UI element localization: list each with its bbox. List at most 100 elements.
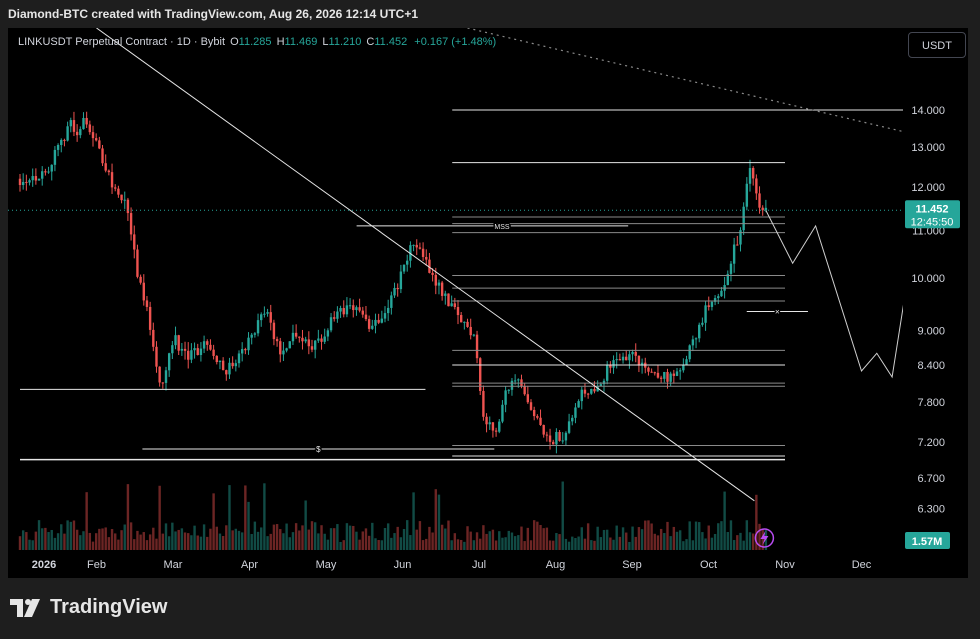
candle-body [310,346,314,350]
volume-bar [612,539,615,550]
price-tick-label: 10.000 [911,273,945,285]
candle-body [114,187,117,189]
price-tick-label: 7.200 [917,437,945,449]
chart-panel[interactable]: MSS $ × 14.000 13.000 12.000 11.000 10.000 9.000… [8,28,968,578]
volume-bar [88,532,92,550]
volume-bar [60,524,63,550]
volume-bar [69,521,72,550]
volume-bar [142,532,145,550]
candle-body [326,330,330,337]
volume-bar [466,526,469,550]
price-tick-label: 14.000 [911,105,945,117]
horizontal-levels [20,109,935,461]
candle-body [377,319,380,323]
candle-body [637,355,641,366]
candle-body [736,244,739,246]
volume-bar [202,524,206,550]
candle-body [631,351,634,355]
candle-body [136,249,139,277]
candle-body [237,353,241,364]
candle-body [79,129,82,136]
volume-bar [571,536,574,550]
volume-bar [374,538,377,550]
volume-bar [393,533,396,550]
volume-bar [21,530,25,550]
volume-bar [348,525,352,550]
candle-body [583,389,587,394]
candle-body [123,199,126,201]
candle-body [558,431,561,441]
volume-bar [593,540,596,550]
volume-bar [85,492,88,550]
candle-body [133,234,136,250]
volume-bar [450,540,453,550]
candle-body [104,163,107,171]
candle-body [507,389,510,391]
volume-bar [437,494,441,550]
volume-bar [139,534,142,550]
time-tick-label: Apr [241,559,258,571]
candle-body [37,178,41,181]
volume-bar [656,535,660,550]
volume-bar [117,539,120,550]
candle-body [463,321,466,323]
volume-bar [98,528,101,550]
symbol-name[interactable]: LINKUSDT Perpetual Contract · 1D · Bybit [18,36,225,48]
volume-bar [294,523,298,550]
high-value: 11.469 [284,36,318,48]
candle-body [126,199,130,214]
cross-label: × [775,308,780,317]
volume-bar [37,520,41,550]
volume-bar [396,526,399,550]
brand-name: TradingView [50,596,168,618]
candle-body [190,350,193,360]
candle-body [294,332,298,337]
open-label: O [230,36,239,48]
volume-bar [650,523,653,550]
candlestick-chart[interactable]: MSS$×14.00013.00012.00011.00010.0009.000… [8,28,968,578]
volume-bar [545,527,549,550]
candle-body [253,333,257,335]
volume-bar [555,533,558,550]
volume-bar [513,536,517,550]
volume-bar [406,520,409,550]
volume-bar [279,529,282,550]
volume-bar [529,540,533,550]
volume-bar [377,540,380,550]
candle-body [421,248,425,257]
countdown-label: 12:45:50 [911,216,954,228]
volume-bar [536,521,539,550]
currency-button[interactable]: USDT [908,32,966,58]
candle-body [663,371,666,379]
candle-body [117,188,120,195]
volume-bar [129,522,133,550]
volume-bar [218,533,222,550]
change-value: +0.167 (+1.48%) [414,36,497,48]
volume-bar [710,537,714,550]
candle-body [218,360,222,363]
candle-body [659,377,663,379]
candle-body [199,348,203,356]
candle-body [272,322,276,340]
candle-body [110,172,114,188]
candle-body [666,371,669,382]
candle-body [361,310,364,315]
candle-body [564,432,568,441]
candle-body [545,434,549,436]
footer-brand: TradingView [10,596,167,619]
volume-bars [18,481,768,550]
candle-body [225,370,228,375]
volume-bar [190,535,193,550]
candle-body [698,324,701,339]
candle-body [339,308,342,312]
volume-bar [110,529,114,550]
volume-bar [380,540,384,550]
price-tick-label: 13.000 [911,142,945,154]
volume-bar [212,493,215,550]
candle-body [491,422,495,431]
candle-body [447,293,450,307]
candle-body [501,404,504,422]
candle-body [82,117,85,130]
candle-body [764,207,768,211]
candle-body [183,348,187,351]
